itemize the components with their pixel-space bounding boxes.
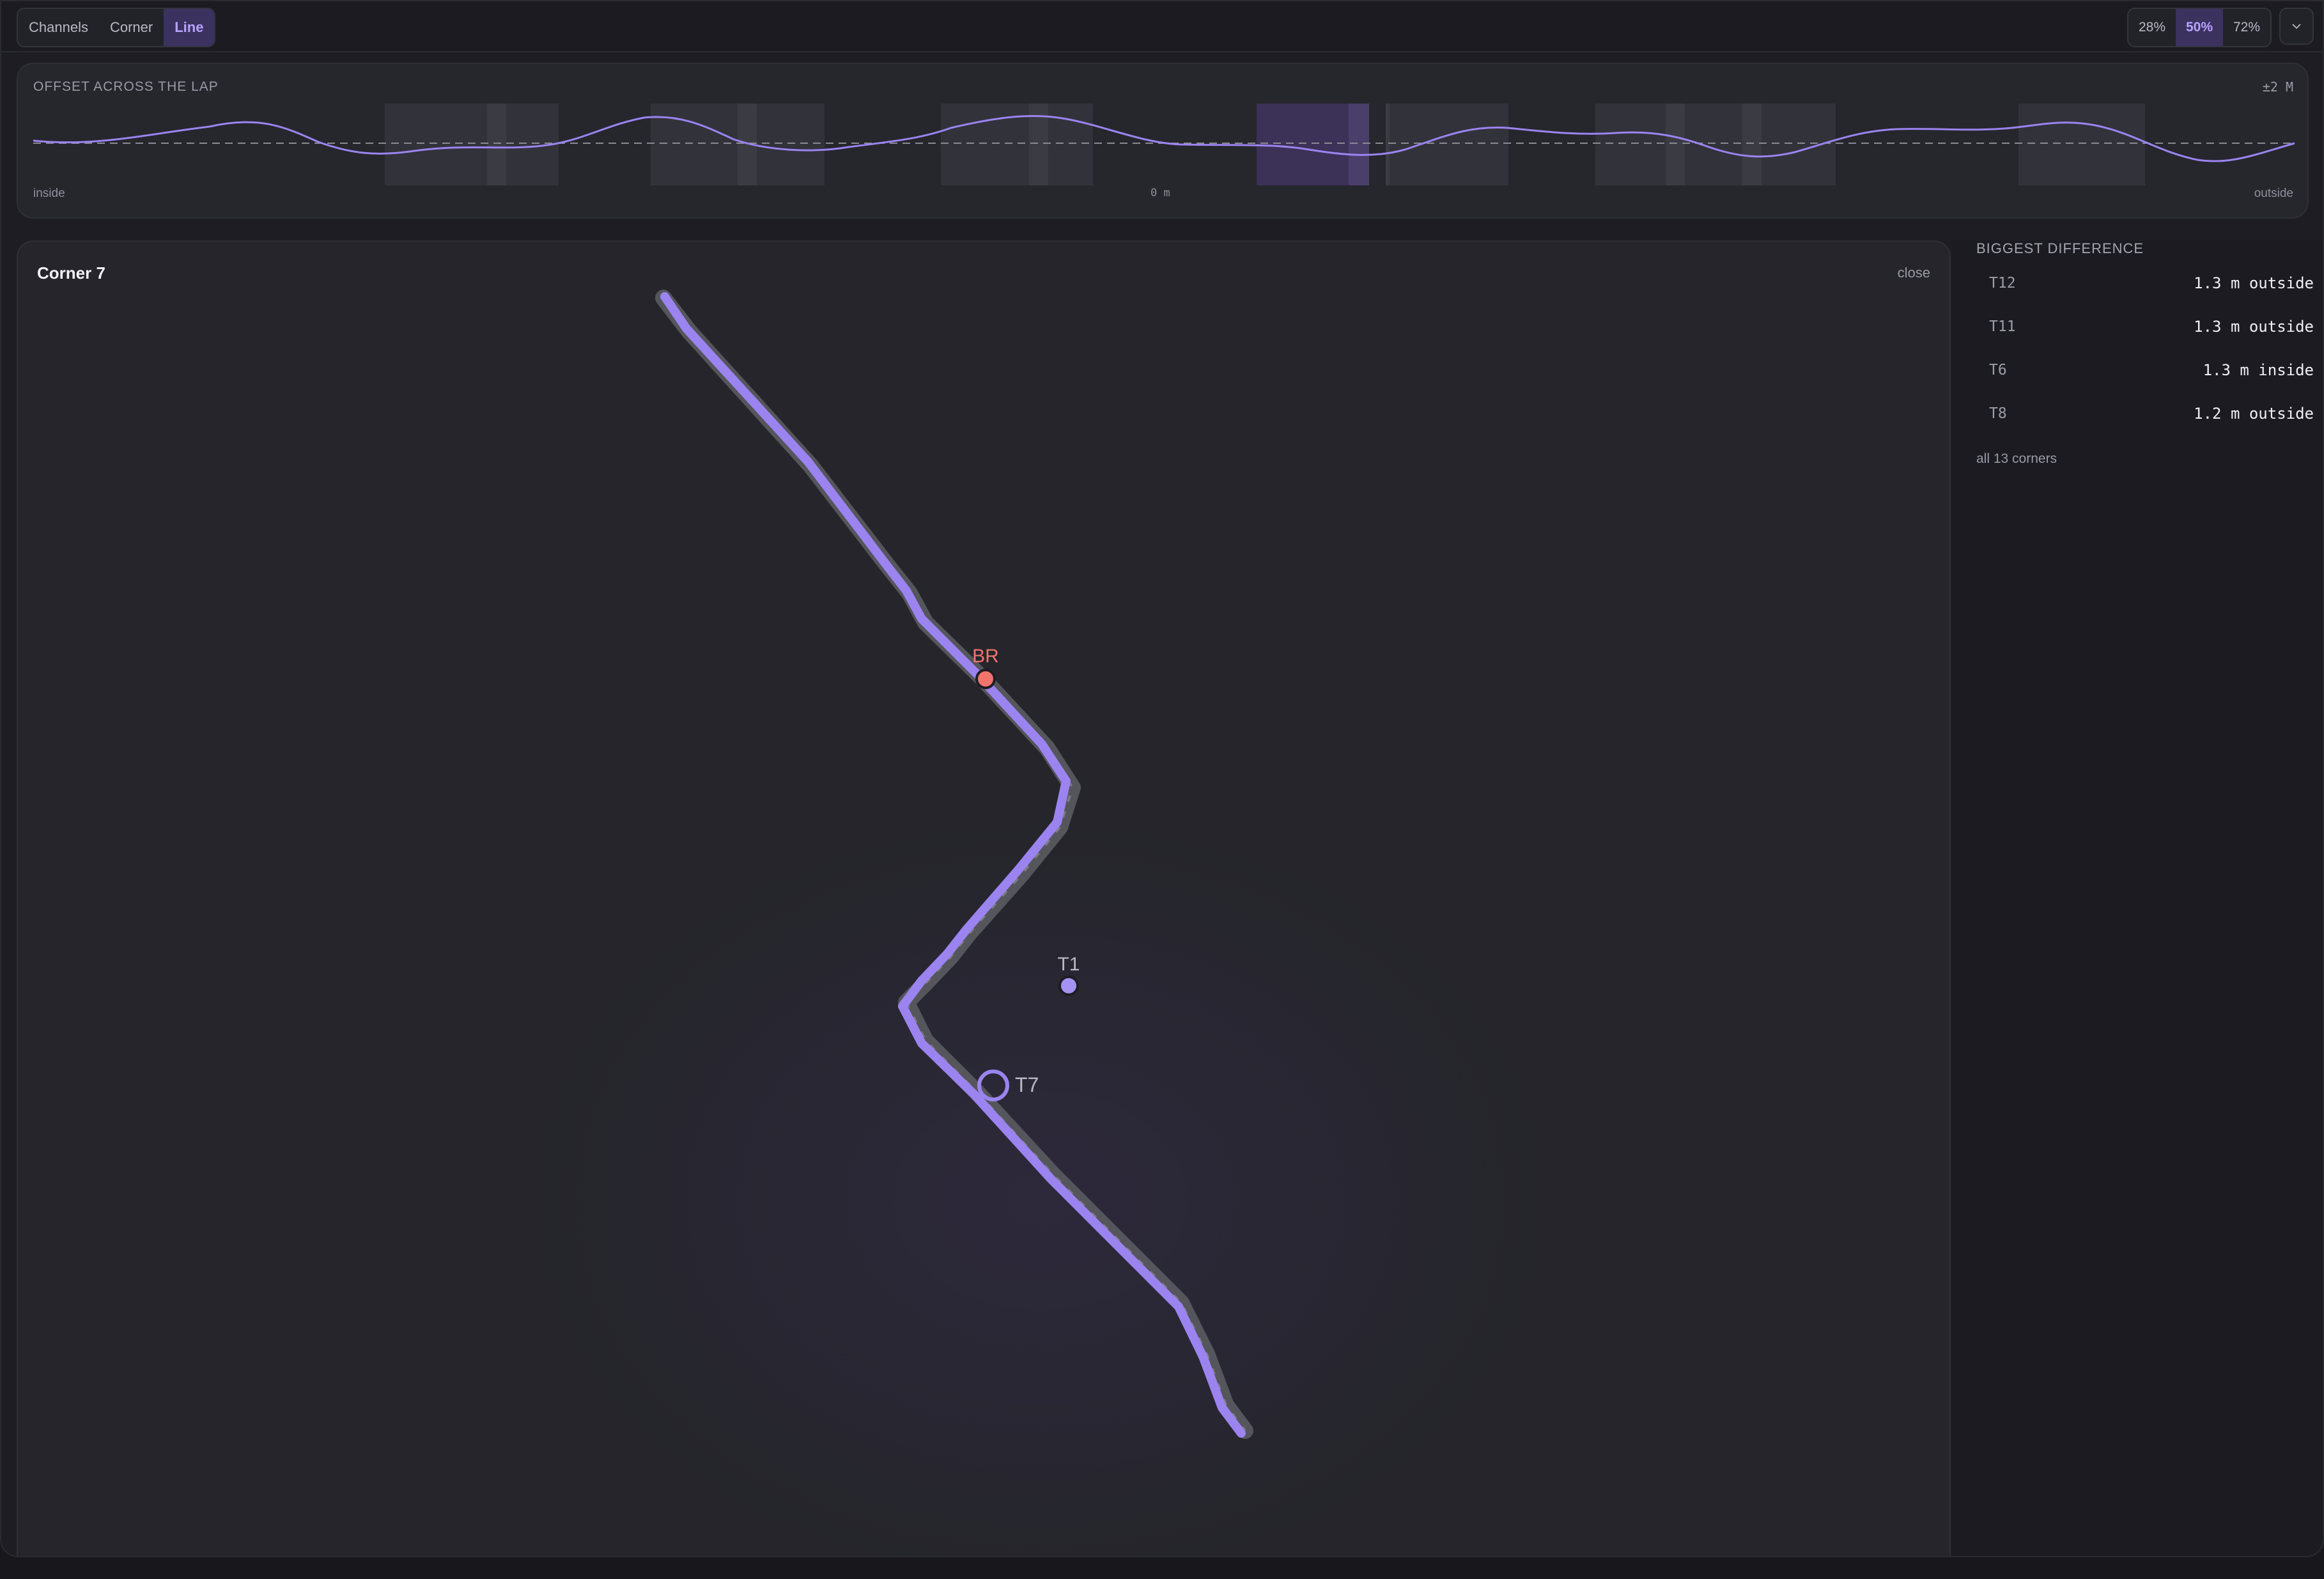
mode-line-tab[interactable]: Line <box>164 9 215 46</box>
offset-strip-panel: OFFSET ACROSS THE LAP ±2 M inside 0 m ou… <box>17 63 2309 219</box>
corner-band-marker <box>1666 104 1685 185</box>
offset-trace <box>33 115 2295 162</box>
zoom-28-button[interactable]: 28% <box>2128 9 2176 46</box>
sidebar-title: BIGGEST DIFFERENCE <box>1976 240 2144 256</box>
difference-value: 1.3 m outside <box>2194 274 2314 292</box>
corner-band-marker <box>1386 104 1390 185</box>
inside-label: inside <box>33 187 65 200</box>
outside-label: outside <box>2254 187 2293 200</box>
difference-turn: T11 <box>1989 318 2016 335</box>
corner-band <box>2018 104 2145 185</box>
reference-dash <box>662 297 1246 1432</box>
corner-band-marker <box>1742 104 1762 185</box>
corner-band <box>1595 104 1836 185</box>
corner-band-selected-marker <box>1349 104 1369 185</box>
reference-line <box>655 290 1253 1439</box>
chevron-down-icon <box>2292 24 2301 29</box>
corner-bands <box>385 104 2145 185</box>
difference-value: 1.2 m outside <box>2194 405 2314 423</box>
corner-band-marker <box>487 104 506 185</box>
difference-row[interactable]: T8 1.2 m outside <box>1976 395 2314 432</box>
app-window: Channels Corner Line 28% 50% 72% OFFSET … <box>0 0 2324 1557</box>
corner-detail-panel: Corner 7 close BR T1 T7 <box>17 240 1951 1557</box>
zero-label: 0 m <box>1150 187 1170 199</box>
difference-row[interactable]: T11 1.3 m outside <box>1976 308 2314 345</box>
zoom-selector: 28% 50% 72% <box>2127 8 2272 47</box>
difference-row[interactable]: T6 1.3 m inside <box>1976 352 2314 389</box>
difference-row[interactable]: T12 1.3 m outside <box>1976 265 2314 302</box>
top-toolbar: Channels Corner Line 28% 50% 72% <box>1 1 2323 52</box>
driver-line <box>660 292 1246 1438</box>
menu-dropdown-button[interactable] <box>2279 8 2314 45</box>
corner-band <box>1386 104 1508 185</box>
zoom-50-button[interactable]: 50% <box>2176 9 2223 46</box>
difference-turn: T12 <box>1989 275 2016 292</box>
difference-turn: T8 <box>1989 405 2007 422</box>
apex-marker-label: T7 <box>1015 1073 1039 1096</box>
brake-marker-label: BR <box>972 646 999 667</box>
difference-value: 1.3 m outside <box>2194 318 2314 336</box>
difference-turn: T6 <box>1989 362 2007 378</box>
throttle-marker[interactable]: T1 <box>1057 954 1080 996</box>
zoom-72-button[interactable]: 72% <box>2223 9 2270 46</box>
mode-corner-tab[interactable]: Corner <box>99 9 164 46</box>
corner-map[interactable]: BR T1 T7 <box>18 242 1951 1557</box>
view-mode-selector: Channels Corner Line <box>17 8 216 47</box>
difference-value: 1.3 m inside <box>2203 361 2314 379</box>
biggest-difference-sidebar: BIGGEST DIFFERENCE T12 1.3 m outside T11… <box>1952 240 2323 1556</box>
corner-band <box>385 104 559 185</box>
throttle-marker-label: T1 <box>1057 954 1080 975</box>
mode-channels-tab[interactable]: Channels <box>18 9 99 46</box>
all-corners-link[interactable]: all 13 corners <box>1976 451 2057 467</box>
